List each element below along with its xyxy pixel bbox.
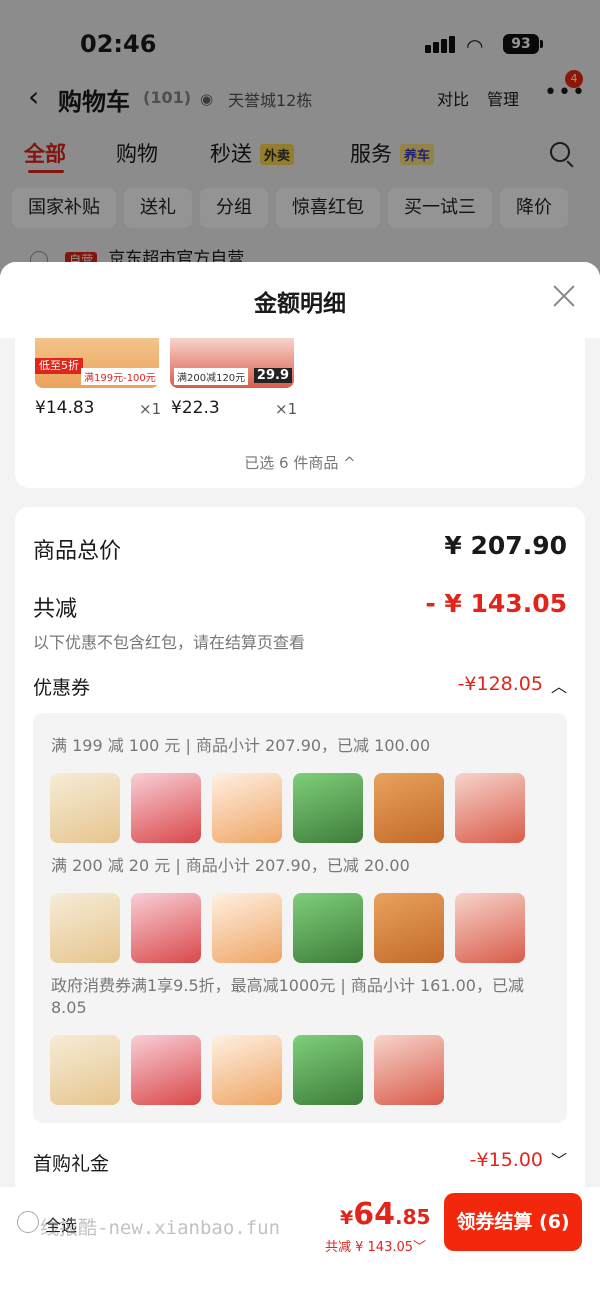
- selected-count-toggle[interactable]: 已选 6 件商品 ^: [15, 452, 585, 473]
- price-breakdown-card: 商品总价 ¥ 207.90 共减 - ¥ 143.05 以下优惠不包含红包，请在…: [15, 507, 585, 1197]
- product-qty: ×1: [275, 400, 298, 418]
- discount-note: 以下优惠不包含红包，请在结算页查看: [33, 633, 306, 652]
- product-badge: 低至5折: [35, 358, 83, 374]
- chevron-up-icon[interactable]: ︿: [551, 673, 567, 697]
- product-thumbnail: [50, 1035, 120, 1105]
- amount-detail-sheet: 金额明细 低至5折 满199元-100元 满200减120元 29.9 ¥14.…: [0, 262, 600, 1303]
- reduce-label: 共减: [33, 597, 78, 622]
- coupon-products: [50, 773, 536, 843]
- saved-amount[interactable]: 共减 ¥ 143.05﹀: [325, 1236, 426, 1255]
- currency-symbol: ¥: [340, 1207, 354, 1229]
- chevron-down-icon[interactable]: ﹀: [551, 1147, 567, 1171]
- coupon-details: 满 199 减 100 元 | 商品小计 207.90，已减 100.00 满 …: [33, 713, 567, 1123]
- sheet-title: 金额明细: [254, 291, 346, 317]
- coupon-line: 满 199 减 100 元 | 商品小计 207.90，已减 100.00: [51, 736, 431, 755]
- total-integer: 64: [353, 1197, 395, 1232]
- product-badge: 29.9: [253, 368, 292, 383]
- checkout-bar: 全选 线报酷-new.xianbao.fun ¥64.85 共减 ¥ 143.0…: [0, 1187, 600, 1303]
- coupon-line: 满 200 减 20 元 | 商品小计 207.90，已减 20.00: [51, 856, 410, 875]
- product-thumbnail: [131, 893, 201, 963]
- gift-value[interactable]: -¥15.00: [470, 1149, 543, 1171]
- coupon-line: 政府消费券满1享9.5折，最高减1000元 | 商品小计 161.00，已减 8…: [51, 976, 524, 1017]
- gift-label: 首购礼金: [33, 1153, 110, 1175]
- product-thumbnail: [374, 773, 444, 843]
- product-price: ¥22.3: [171, 398, 220, 418]
- product-price: ¥14.83: [35, 398, 95, 418]
- product-thumbnail: [212, 773, 282, 843]
- product-thumbnail: [212, 1035, 282, 1105]
- coupon-products: [50, 1035, 455, 1105]
- coupon-value[interactable]: -¥128.05: [458, 673, 543, 695]
- watermark: 线报酷-new.xianbao.fun: [40, 1217, 281, 1239]
- coupon-products: [50, 893, 536, 963]
- product-image[interactable]: 低至5折 满199元-100元: [35, 338, 159, 388]
- product-thumbnail: [293, 1035, 363, 1105]
- total-value: ¥ 207.90: [444, 531, 567, 560]
- coupon-label: 优惠券: [33, 677, 91, 699]
- sheet-header: 金额明细: [0, 262, 600, 338]
- total-label: 商品总价: [33, 539, 122, 564]
- product-image[interactable]: 满200减120元 29.9: [170, 338, 294, 388]
- product-thumbnail: [131, 1035, 201, 1105]
- total-decimal: .85: [394, 1205, 431, 1229]
- product-thumbnail: [293, 773, 363, 843]
- product-thumbnail: [50, 893, 120, 963]
- selected-products-card: 低至5折 满199元-100元 满200减120元 29.9 ¥14.83 ×1…: [15, 338, 585, 488]
- product-promo: 满199元-100元: [81, 368, 159, 385]
- product-promo: 满200减120元: [174, 368, 249, 385]
- product-qty: ×1: [139, 400, 162, 418]
- close-icon[interactable]: [552, 284, 576, 308]
- product-thumbnail: [374, 1035, 444, 1105]
- reduce-value: - ¥ 143.05: [425, 589, 567, 618]
- select-all-checkbox[interactable]: [17, 1211, 39, 1233]
- product-thumbnail: [212, 893, 282, 963]
- product-thumbnail: [455, 773, 525, 843]
- total-price: ¥64.85: [340, 1197, 430, 1232]
- product-thumbnail: [50, 773, 120, 843]
- product-thumbnail: [293, 893, 363, 963]
- product-thumbnail: [455, 893, 525, 963]
- product-thumbnail: [374, 893, 444, 963]
- product-thumbnail: [131, 773, 201, 843]
- checkout-button[interactable]: 领券结算 (6): [444, 1193, 582, 1251]
